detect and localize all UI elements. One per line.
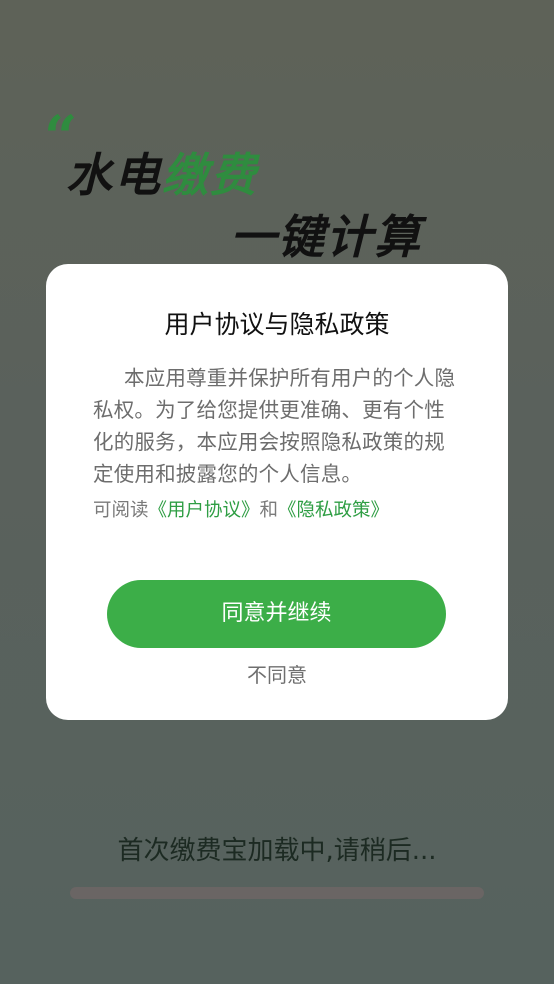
headline-line-2: 一键计算 bbox=[230, 210, 422, 264]
headline-accent-text: 缴费 bbox=[162, 148, 258, 202]
headline-line-1: 水电缴费 bbox=[66, 152, 258, 198]
user-agreement-link[interactable]: 《用户协议》 bbox=[149, 500, 260, 521]
privacy-policy-link[interactable]: 《隐私政策》 bbox=[278, 500, 389, 521]
links-prefix: 可阅读 bbox=[93, 500, 149, 521]
loading-text: 首次缴费宝加载中,请稍后... bbox=[117, 836, 437, 866]
disagree-button[interactable]: 不同意 bbox=[46, 660, 508, 690]
dialog-body-text: 本应用尊重并保护所有用户的个人隐私权。为了给您提供更准确、更有个性化的服务，本应… bbox=[93, 366, 456, 486]
dialog-title: 用户协议与隐私政策 bbox=[164, 310, 390, 339]
loading-progress-bar bbox=[70, 887, 484, 899]
dialog-links-line: 可阅读《用户协议》和《隐私政策》 bbox=[93, 496, 389, 526]
headline-text: 水电 bbox=[66, 148, 162, 202]
agree-continue-button[interactable]: 同意并继续 bbox=[107, 580, 446, 648]
links-conjunction: 和 bbox=[259, 500, 279, 521]
privacy-dialog: 用户协议与隐私政策 本应用尊重并保护所有用户的个人隐私权。为了给您提供更准确、更… bbox=[46, 264, 508, 720]
